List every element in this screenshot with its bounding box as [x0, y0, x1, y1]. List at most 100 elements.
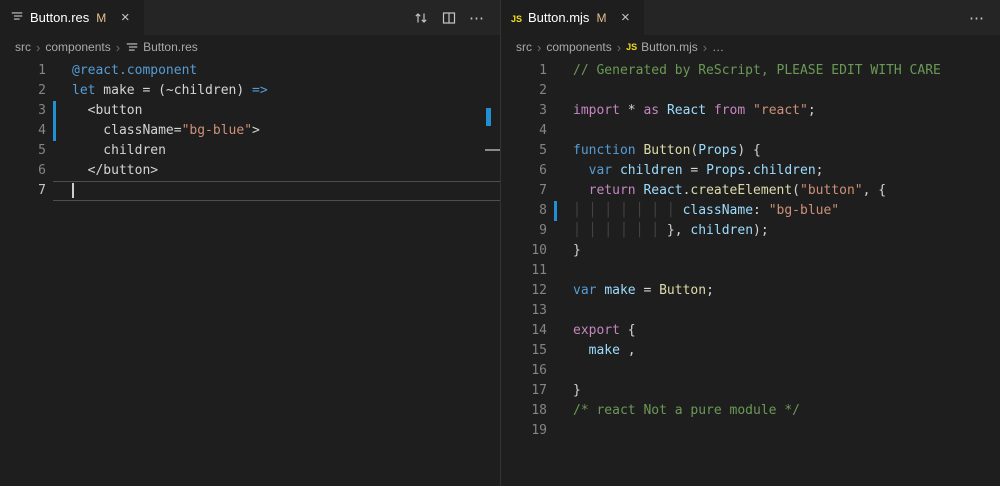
code-line[interactable]: 2	[501, 81, 1000, 101]
breadcrumb-item[interactable]: JSButton.mjs	[626, 40, 698, 54]
overview-ruler[interactable]	[485, 59, 500, 486]
code-line[interactable]: 19	[501, 421, 1000, 441]
code-line[interactable]: 1// Generated by ReScript, PLEASE EDIT W…	[501, 61, 1000, 81]
text-cursor	[72, 183, 74, 198]
breadcrumb-item[interactable]: src	[516, 40, 532, 54]
code-editor-right[interactable]: 1// Generated by ReScript, PLEASE EDIT W…	[501, 59, 1000, 486]
more-actions-button[interactable]: ⋯	[464, 5, 490, 31]
code-text: import * as React from "react";	[557, 101, 1000, 121]
code-text: function Button(Props) {	[557, 141, 1000, 161]
code-line[interactable]: 16	[501, 361, 1000, 381]
line-number[interactable]: 4	[0, 121, 46, 141]
tab-label: Button.mjs	[528, 10, 589, 25]
code-text: @react.component	[56, 61, 500, 81]
open-changes-button[interactable]	[408, 5, 434, 31]
code-line[interactable]: 4 className="bg-blue">	[0, 121, 500, 141]
code-text: │ │ │ │ │ │ │ className: "bg-blue"	[557, 201, 1000, 221]
line-number[interactable]: 3	[0, 101, 46, 121]
code-line[interactable]: 17}	[501, 381, 1000, 401]
code-editor-left[interactable]: 1 @react.component 2 let make = (~children)…	[0, 59, 500, 486]
code-line[interactable]: 8 │ │ │ │ │ │ │ className: "bg-blue"	[501, 201, 1000, 221]
editor-title-actions-left: ⋯	[408, 0, 500, 35]
line-number[interactable]: 1	[0, 61, 46, 81]
line-body: │ │ │ │ │ │ }, children);	[554, 221, 1000, 241]
line-body: return React.createElement("button", {	[554, 181, 1000, 201]
breadcrumb-item[interactable]: components	[45, 40, 110, 54]
line-number[interactable]: 3	[501, 101, 547, 121]
line-number[interactable]: 5	[501, 141, 547, 161]
code-line[interactable]: 2 let make = (~children) =>	[0, 81, 500, 101]
line-body: │ │ │ │ │ │ │ className: "bg-blue"	[554, 201, 1000, 221]
line-number[interactable]: 7	[0, 181, 46, 201]
line-number[interactable]: 18	[501, 401, 547, 421]
line-number[interactable]: 8	[501, 201, 547, 221]
code-text	[557, 121, 1000, 141]
breadcrumb-left: src›components›Button.res	[0, 35, 500, 59]
line-number[interactable]: 7	[501, 181, 547, 201]
line-number[interactable]: 9	[501, 221, 547, 241]
code-line[interactable]: 5 function Button(Props) {	[501, 141, 1000, 161]
line-number[interactable]: 2	[0, 81, 46, 101]
tab-button-mjs[interactable]: JS Button.mjs M ×	[501, 0, 645, 35]
line-number[interactable]: 16	[501, 361, 547, 381]
split-editor-button[interactable]	[436, 5, 462, 31]
code-text: children	[56, 141, 500, 161]
line-number[interactable]: 13	[501, 301, 547, 321]
line-number[interactable]: 15	[501, 341, 547, 361]
code-line[interactable]: 13	[501, 301, 1000, 321]
line-number[interactable]: 17	[501, 381, 547, 401]
code-line[interactable]: 6 var children = Props.children;	[501, 161, 1000, 181]
code-line[interactable]: 3 import * as React from "react";	[501, 101, 1000, 121]
breadcrumb-separator-icon: ›	[537, 40, 541, 55]
line-number[interactable]: 19	[501, 421, 547, 441]
line-number[interactable]: 2	[501, 81, 547, 101]
file-lines-icon	[10, 9, 24, 26]
breadcrumb-label: src	[516, 40, 532, 54]
code-line[interactable]: 7 return React.createElement("button", {	[501, 181, 1000, 201]
code-text	[557, 81, 1000, 101]
breadcrumb-label: components	[45, 40, 110, 54]
code-line[interactable]: 7	[0, 181, 500, 201]
more-actions-button[interactable]: ⋯	[964, 5, 990, 31]
code-line[interactable]: 12var make = Button;	[501, 281, 1000, 301]
editor-workbench: Button.res M × ⋯ src›components›Button.r…	[0, 0, 1000, 486]
code-line[interactable]: 6 </button>	[0, 161, 500, 181]
close-tab-icon[interactable]: ×	[616, 9, 634, 27]
code-line[interactable]: 15 make ,	[501, 341, 1000, 361]
line-number[interactable]: 6	[501, 161, 547, 181]
code-text: let make = (~children) =>	[56, 81, 500, 101]
code-line[interactable]: 14export {	[501, 321, 1000, 341]
file-lines-icon	[125, 40, 139, 54]
code-line[interactable]: 5 children	[0, 141, 500, 161]
line-body	[554, 81, 1000, 101]
tab-button-res[interactable]: Button.res M ×	[0, 0, 145, 35]
line-number[interactable]: 6	[0, 161, 46, 181]
breadcrumb-item[interactable]: Button.res	[125, 40, 198, 54]
code-line[interactable]: 3 <button	[0, 101, 500, 121]
line-number[interactable]: 14	[501, 321, 547, 341]
line-body: className="bg-blue">	[53, 121, 500, 141]
breadcrumb-item[interactable]: components	[546, 40, 611, 54]
code-line[interactable]: 18 /* react Not a pure module */	[501, 401, 1000, 421]
code-line[interactable]: 1 @react.component	[0, 61, 500, 81]
line-body	[554, 301, 1000, 321]
line-body	[53, 181, 500, 201]
line-number[interactable]: 11	[501, 261, 547, 281]
line-number[interactable]: 12	[501, 281, 547, 301]
code-area[interactable]: 1 @react.component 2 let make = (~children)…	[0, 61, 500, 201]
code-line[interactable]: 11	[501, 261, 1000, 281]
line-body	[554, 261, 1000, 281]
code-line[interactable]: 9 │ │ │ │ │ │ }, children);	[501, 221, 1000, 241]
code-line[interactable]: 4	[501, 121, 1000, 141]
line-number[interactable]: 10	[501, 241, 547, 261]
code-area[interactable]: 1// Generated by ReScript, PLEASE EDIT W…	[501, 61, 1000, 441]
line-number[interactable]: 1	[501, 61, 547, 81]
breadcrumb-item[interactable]: …	[712, 40, 724, 54]
code-line[interactable]: 10}	[501, 241, 1000, 261]
line-number[interactable]: 4	[501, 121, 547, 141]
line-body: /* react Not a pure module */	[554, 401, 1000, 421]
line-number[interactable]: 5	[0, 141, 46, 161]
close-tab-icon[interactable]: ×	[116, 9, 134, 27]
breadcrumb-label: Button.mjs	[641, 40, 698, 54]
breadcrumb-item[interactable]: src	[15, 40, 31, 54]
